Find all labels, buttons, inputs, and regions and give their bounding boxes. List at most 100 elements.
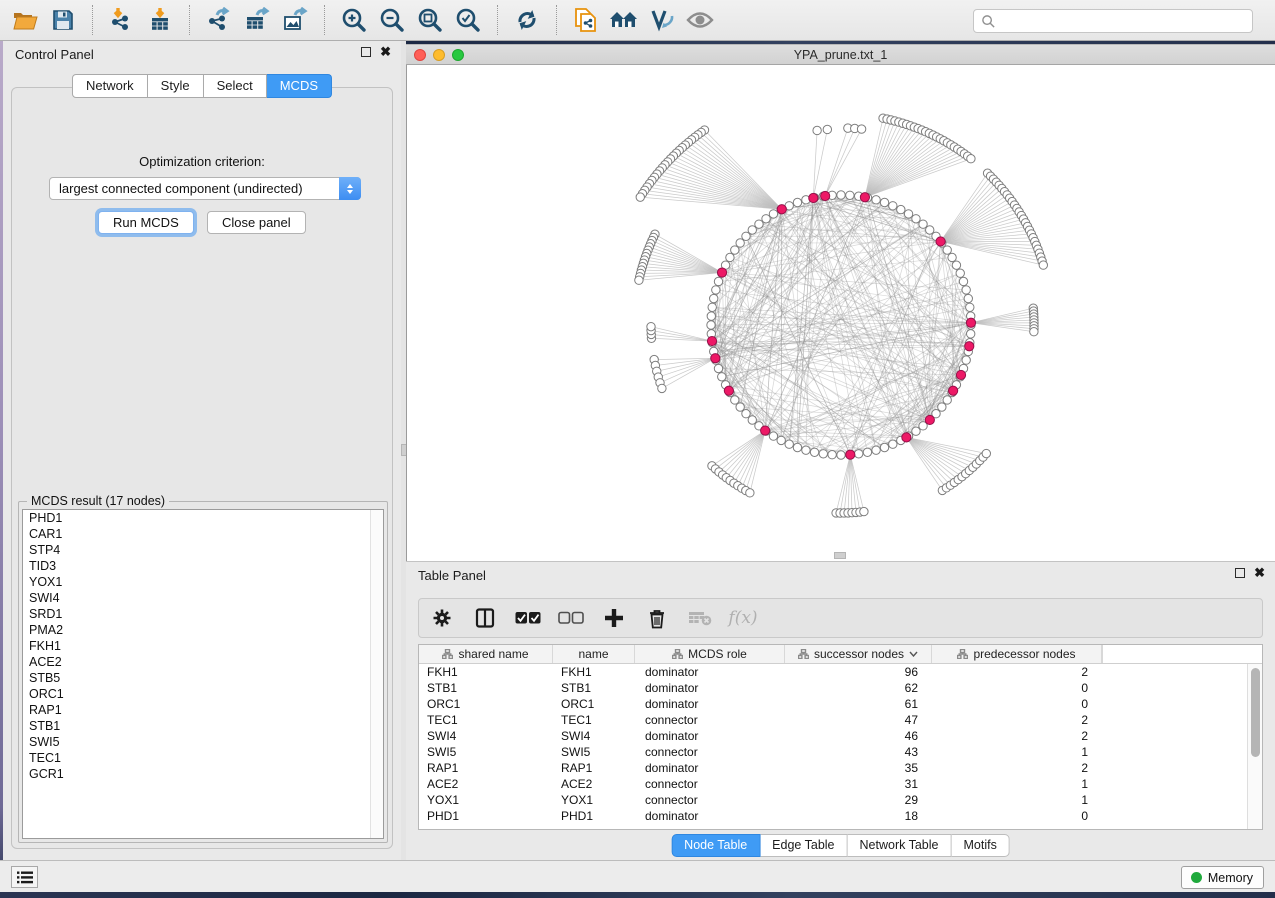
mcds-result-item[interactable]: FKH1	[23, 638, 383, 654]
network-node[interactable]	[647, 322, 655, 330]
save-icon[interactable]	[44, 3, 82, 37]
node-table[interactable]: shared namenameMCDS rolesuccessor nodesp…	[418, 644, 1263, 830]
network-node[interactable]	[962, 286, 970, 294]
mcds-result-item[interactable]: STB5	[23, 670, 383, 686]
network-node[interactable]	[708, 303, 716, 311]
toggle-visual-style-icon[interactable]	[643, 3, 681, 37]
tab-mcds[interactable]: MCDS	[267, 74, 332, 98]
tab-select[interactable]: Select	[204, 74, 267, 98]
mcds-hub-node[interactable]	[966, 318, 975, 327]
table-row[interactable]: TEC1TEC1connector472	[419, 712, 1247, 728]
optimization-criterion-select[interactable]: largest connected component (undirected)	[49, 177, 361, 200]
zoom-in-icon[interactable]	[335, 3, 373, 37]
network-node[interactable]	[857, 125, 865, 133]
mcds-result-item[interactable]: RAP1	[23, 702, 383, 718]
mcds-result-item[interactable]: PMA2	[23, 622, 383, 638]
mcds-result-item[interactable]: STB1	[23, 718, 383, 734]
zoom-selected-icon[interactable]	[449, 3, 487, 37]
zoom-out-icon[interactable]	[373, 3, 411, 37]
mcds-hub-node[interactable]	[902, 433, 911, 442]
table-row[interactable]: STB1STB1dominator620	[419, 680, 1247, 696]
column-chooser-icon[interactable]	[472, 605, 498, 631]
mcds-result-item[interactable]: SWI5	[23, 734, 383, 750]
table-row[interactable]: RAP1RAP1dominator352	[419, 760, 1247, 776]
table-scrollbar-thumb[interactable]	[1251, 668, 1260, 757]
network-node[interactable]	[777, 436, 785, 444]
deselect-all-checkboxes-icon[interactable]	[558, 605, 584, 631]
network-node[interactable]	[748, 226, 756, 234]
table-row[interactable]: SWI5SWI5connector431	[419, 744, 1247, 760]
table-row[interactable]: FKH1FKH1dominator962	[419, 664, 1247, 680]
float-panel-icon[interactable]	[1235, 568, 1245, 578]
network-node[interactable]	[810, 448, 818, 456]
network-node[interactable]	[718, 373, 726, 381]
network-node[interactable]	[872, 196, 880, 204]
network-node[interactable]	[872, 446, 880, 454]
automation-panel-button[interactable]	[11, 866, 38, 888]
network-node[interactable]	[658, 384, 666, 392]
network-node[interactable]	[855, 450, 863, 458]
memory-button[interactable]: Memory	[1181, 866, 1264, 889]
network-node[interactable]	[966, 330, 974, 338]
network-canvas[interactable]	[406, 65, 1275, 561]
network-node[interactable]	[731, 246, 739, 254]
network-node[interactable]	[813, 126, 821, 134]
network-node[interactable]	[802, 446, 810, 454]
clone-network-icon[interactable]	[567, 3, 605, 37]
network-node[interactable]	[769, 432, 777, 440]
delete-column-icon[interactable]	[644, 605, 670, 631]
network-node[interactable]	[712, 286, 720, 294]
network-node[interactable]	[707, 312, 715, 320]
mcds-hub-node[interactable]	[949, 386, 958, 395]
search-input[interactable]	[996, 14, 1252, 28]
mcds-hub-node[interactable]	[777, 205, 786, 214]
table-scrollbar[interactable]	[1247, 664, 1262, 829]
network-node[interactable]	[742, 410, 750, 418]
mcds-result-scrollbar[interactable]	[370, 510, 383, 838]
network-node[interactable]	[837, 191, 845, 199]
network-node[interactable]	[714, 277, 722, 285]
network-node[interactable]	[943, 246, 951, 254]
tab-edge-table[interactable]: Edge Table	[760, 834, 847, 857]
network-node[interactable]	[959, 277, 967, 285]
network-node[interactable]	[863, 448, 871, 456]
mcds-hub-node[interactable]	[965, 342, 974, 351]
import-network-icon[interactable]	[103, 3, 141, 37]
network-node[interactable]	[860, 507, 868, 515]
float-panel-icon[interactable]	[361, 47, 371, 57]
network-window-titlebar[interactable]: YPA_prune.txt_1	[406, 44, 1275, 65]
search-box[interactable]	[973, 9, 1253, 33]
table-row[interactable]: ORC1ORC1dominator610	[419, 696, 1247, 712]
mcds-result-item[interactable]: CAR1	[23, 526, 383, 542]
network-node[interactable]	[889, 202, 897, 210]
table-row[interactable]: SWI4SWI4dominator462	[419, 728, 1247, 744]
network-node[interactable]	[742, 232, 750, 240]
mcds-hub-node[interactable]	[809, 193, 818, 202]
mcds-hub-node[interactable]	[711, 354, 720, 363]
mcds-result-item[interactable]: YOX1	[23, 574, 383, 590]
network-node[interactable]	[880, 198, 888, 206]
splitter-handle[interactable]	[834, 552, 846, 559]
network-node[interactable]	[762, 215, 770, 223]
network-node[interactable]	[943, 396, 951, 404]
mcds-hub-node[interactable]	[821, 191, 830, 200]
tab-style[interactable]: Style	[148, 74, 204, 98]
network-node[interactable]	[889, 440, 897, 448]
import-table-icon[interactable]	[141, 3, 179, 37]
network-node[interactable]	[726, 253, 734, 261]
mcds-hub-node[interactable]	[761, 426, 770, 435]
network-node[interactable]	[966, 303, 974, 311]
table-row[interactable]: YOX1YOX1connector291	[419, 792, 1247, 808]
show-all-networks-icon[interactable]	[605, 3, 643, 37]
network-node[interactable]	[880, 443, 888, 451]
network-node[interactable]	[846, 191, 854, 199]
network-node[interactable]	[948, 253, 956, 261]
close-panel-icon[interactable]: ✖	[380, 47, 391, 57]
mcds-hub-node[interactable]	[860, 193, 869, 202]
network-node[interactable]	[837, 451, 845, 459]
network-node[interactable]	[938, 403, 946, 411]
network-node[interactable]	[967, 155, 975, 163]
network-node[interactable]	[707, 321, 715, 329]
table-row[interactable]: PHD1PHD1dominator180	[419, 808, 1247, 824]
mcds-result-item[interactable]: SWI4	[23, 590, 383, 606]
